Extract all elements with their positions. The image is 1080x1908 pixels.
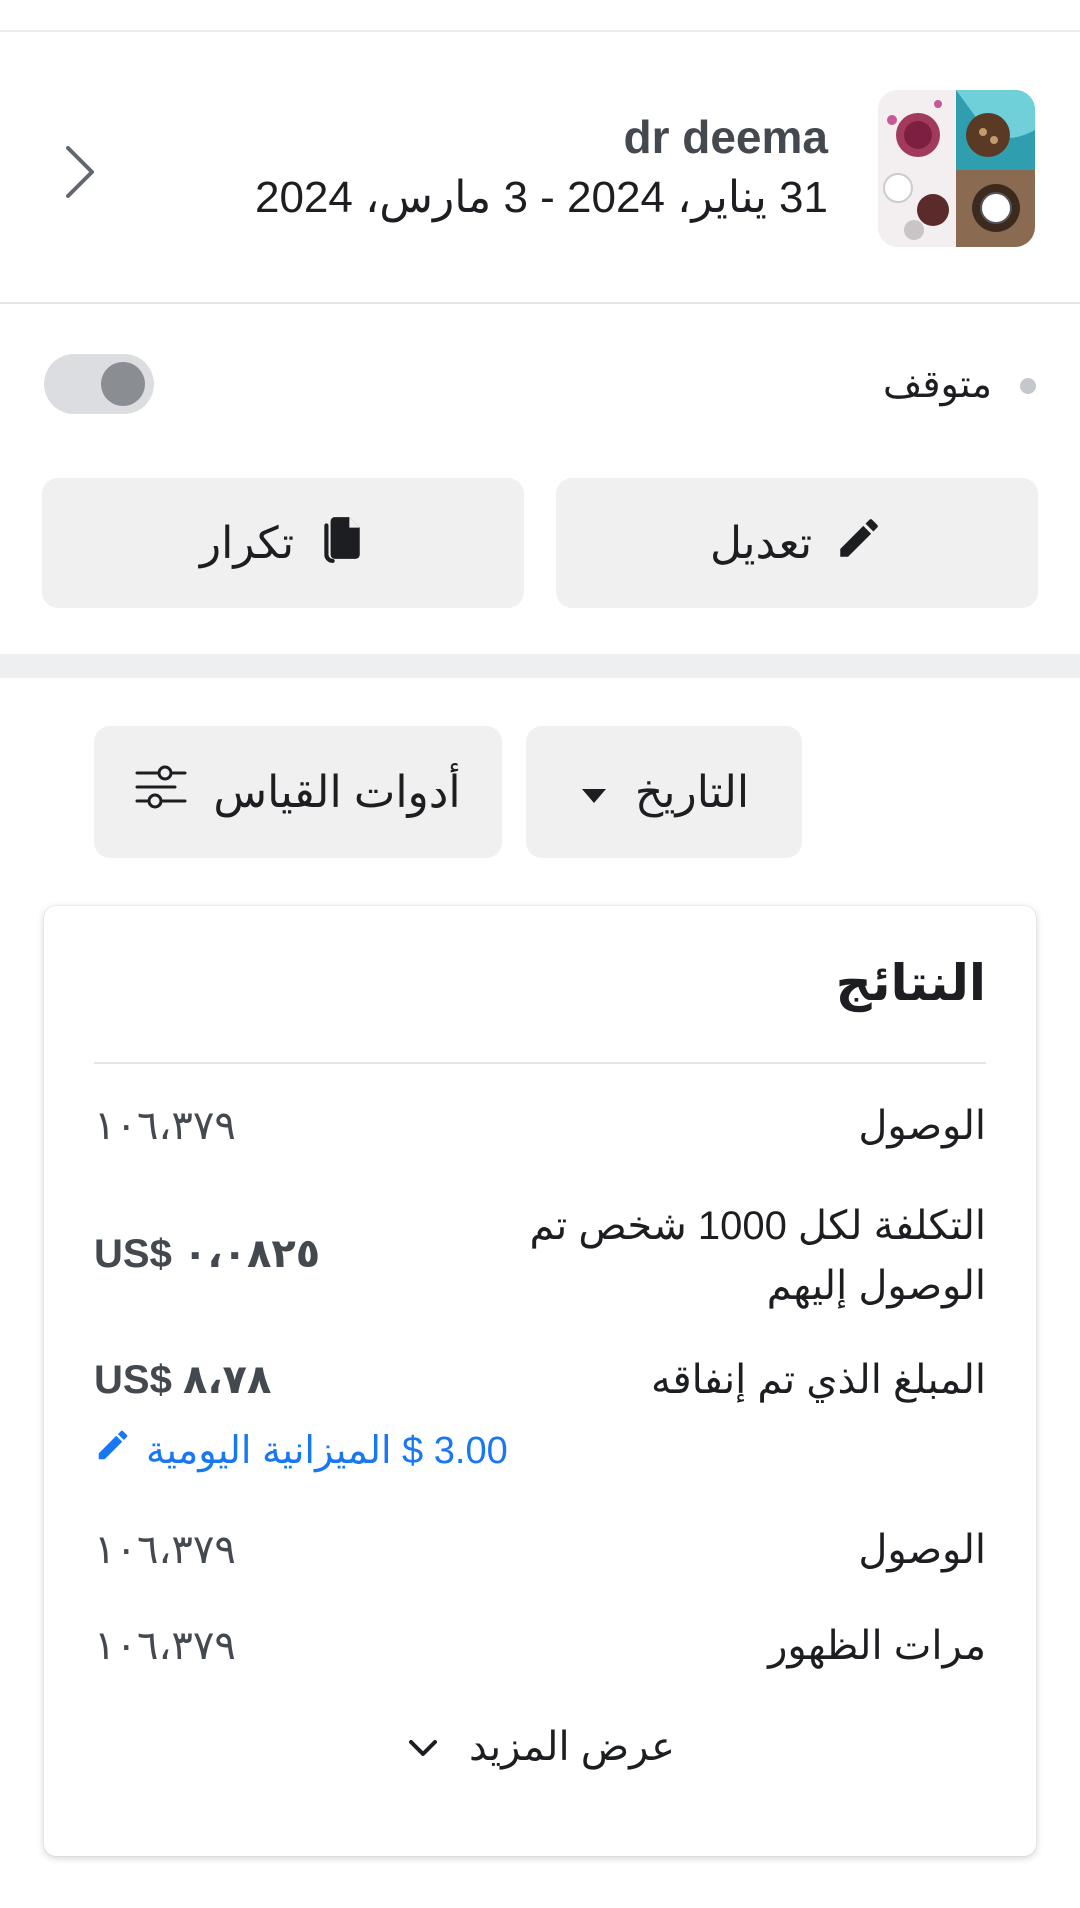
campaign-toggle[interactable] bbox=[44, 354, 154, 414]
daily-budget-text: 3.00 $ الميزانية اليومية bbox=[146, 1429, 508, 1472]
metrics-filter-button[interactable]: أدوات القياس bbox=[94, 726, 502, 858]
duplicate-icon bbox=[316, 513, 366, 574]
campaign-thumbnail bbox=[878, 90, 1035, 247]
amount-spent-value: US$ ٨،٧٨ bbox=[94, 1358, 272, 1402]
header-divider bbox=[0, 302, 1080, 304]
reach-value-2: ١٠٦،٣٧٩ bbox=[94, 1528, 236, 1572]
campaign-title: dr deema bbox=[623, 111, 828, 163]
impressions-label: مرات الظهور bbox=[768, 1624, 986, 1668]
cpm-label: التكلفة لكل 1000 شخص تم الوصول إليهم bbox=[529, 1204, 987, 1308]
results-title: النتائج bbox=[835, 955, 986, 1011]
chevron-down-icon bbox=[405, 1725, 441, 1770]
results-card: النتائج الوصول ١٠٦،٣٧٩ التكلفة لكل 1000 … bbox=[44, 906, 1036, 1856]
reach-label-2: الوصول bbox=[858, 1528, 986, 1572]
show-more-button[interactable]: عرض المزيد bbox=[44, 1724, 1036, 1770]
chevron-right-icon[interactable] bbox=[60, 142, 100, 202]
section-divider bbox=[0, 654, 1080, 678]
amount-spent-label: المبلغ الذي تم إنفاقه bbox=[651, 1358, 986, 1402]
edit-button[interactable]: تعديل bbox=[556, 478, 1038, 608]
reach-label: الوصول bbox=[858, 1104, 986, 1148]
edit-button-label: تعديل bbox=[709, 518, 813, 568]
status-label: متوقف bbox=[883, 364, 992, 406]
campaign-dates: 31 يناير، 2024 - 3 مارس، 2024 bbox=[254, 173, 828, 222]
date-filter-button[interactable]: التاريخ bbox=[526, 726, 802, 858]
show-more-label: عرض المزيد bbox=[468, 1725, 676, 1769]
pencil-icon bbox=[94, 1426, 132, 1474]
cpm-value: US$ ٠،٠٨٢٥ bbox=[94, 1232, 321, 1276]
daily-budget-link[interactable]: 3.00 $ الميزانية اليومية bbox=[94, 1426, 508, 1474]
campaign-header[interactable]: dr deema 31 يناير، 2024 - 3 مارس، 2024 bbox=[0, 32, 1080, 304]
metrics-filter-label: أدوات القياس bbox=[213, 767, 461, 817]
reach-value: ١٠٦،٣٧٩ bbox=[94, 1104, 236, 1148]
pencil-icon bbox=[834, 513, 884, 574]
status-dot bbox=[1020, 378, 1036, 394]
date-filter-label: التاريخ bbox=[634, 767, 750, 817]
duplicate-button[interactable]: تكرار bbox=[42, 478, 524, 608]
duplicate-button-label: تكرار bbox=[199, 518, 295, 568]
toggle-knob bbox=[101, 362, 145, 406]
results-divider bbox=[94, 1062, 986, 1064]
caret-down-icon bbox=[579, 767, 609, 817]
impressions-value: ١٠٦،٣٧٩ bbox=[94, 1624, 236, 1668]
sliders-icon bbox=[135, 765, 187, 820]
